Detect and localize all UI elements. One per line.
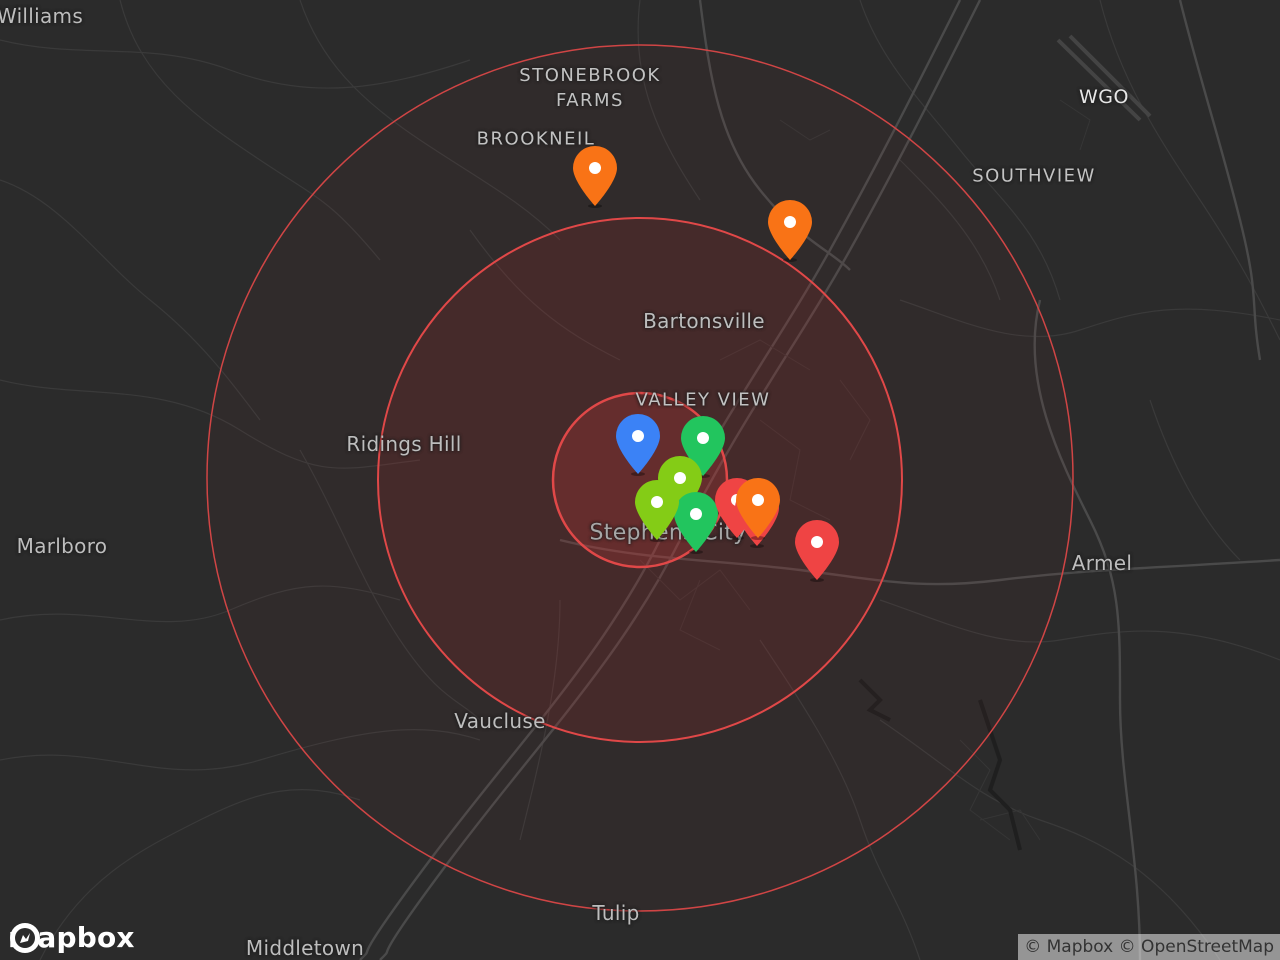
place-label-southview: SOUTHVIEW xyxy=(972,165,1096,187)
place-label-middletown: Middletown xyxy=(245,936,365,960)
mapbox-logo[interactable]: mapbox xyxy=(8,921,135,954)
map-marker-orange[interactable] xyxy=(731,476,785,540)
marker-pin-icon xyxy=(573,146,617,208)
place-label-williams: Williams xyxy=(0,4,84,28)
place-label-tulip: Tulip xyxy=(592,901,640,925)
place-label-valley-view: VALLEY VIEW xyxy=(635,389,771,411)
marker-pin-icon xyxy=(635,480,679,542)
attribution-mapbox-link[interactable]: © Mapbox xyxy=(1024,937,1113,957)
marker-pin-icon xyxy=(768,200,812,262)
map-marker-lime[interactable] xyxy=(630,478,684,542)
marker-pin-icon xyxy=(736,478,780,540)
place-label-bartonsville: Bartonsville xyxy=(643,309,765,333)
place-label-armel: Armel xyxy=(1071,551,1133,575)
place-label-vaucluse: Vaucluse xyxy=(454,709,546,733)
attribution-osm-link[interactable]: © OpenStreetMap xyxy=(1119,937,1274,957)
mapbox-logo-icon xyxy=(10,923,40,953)
map-marker-orange[interactable] xyxy=(568,144,622,208)
place-label-marlboro: Marlboro xyxy=(16,534,108,558)
marker-pin-icon xyxy=(795,520,839,582)
place-label-ridings-hill: Ridings Hill xyxy=(346,432,462,456)
place-label-stonebrook-farms: STONEBROOK FARMS xyxy=(519,65,661,111)
map-marker-orange[interactable] xyxy=(763,198,817,262)
map-canvas[interactable]: Williams STONEBROOK FARMS BROOKNEIL WGO … xyxy=(0,0,1280,960)
map-marker-red[interactable] xyxy=(790,518,844,582)
place-label-wgo: WGO xyxy=(1079,86,1129,108)
attribution: © Mapbox © OpenStreetMap xyxy=(1018,934,1280,960)
